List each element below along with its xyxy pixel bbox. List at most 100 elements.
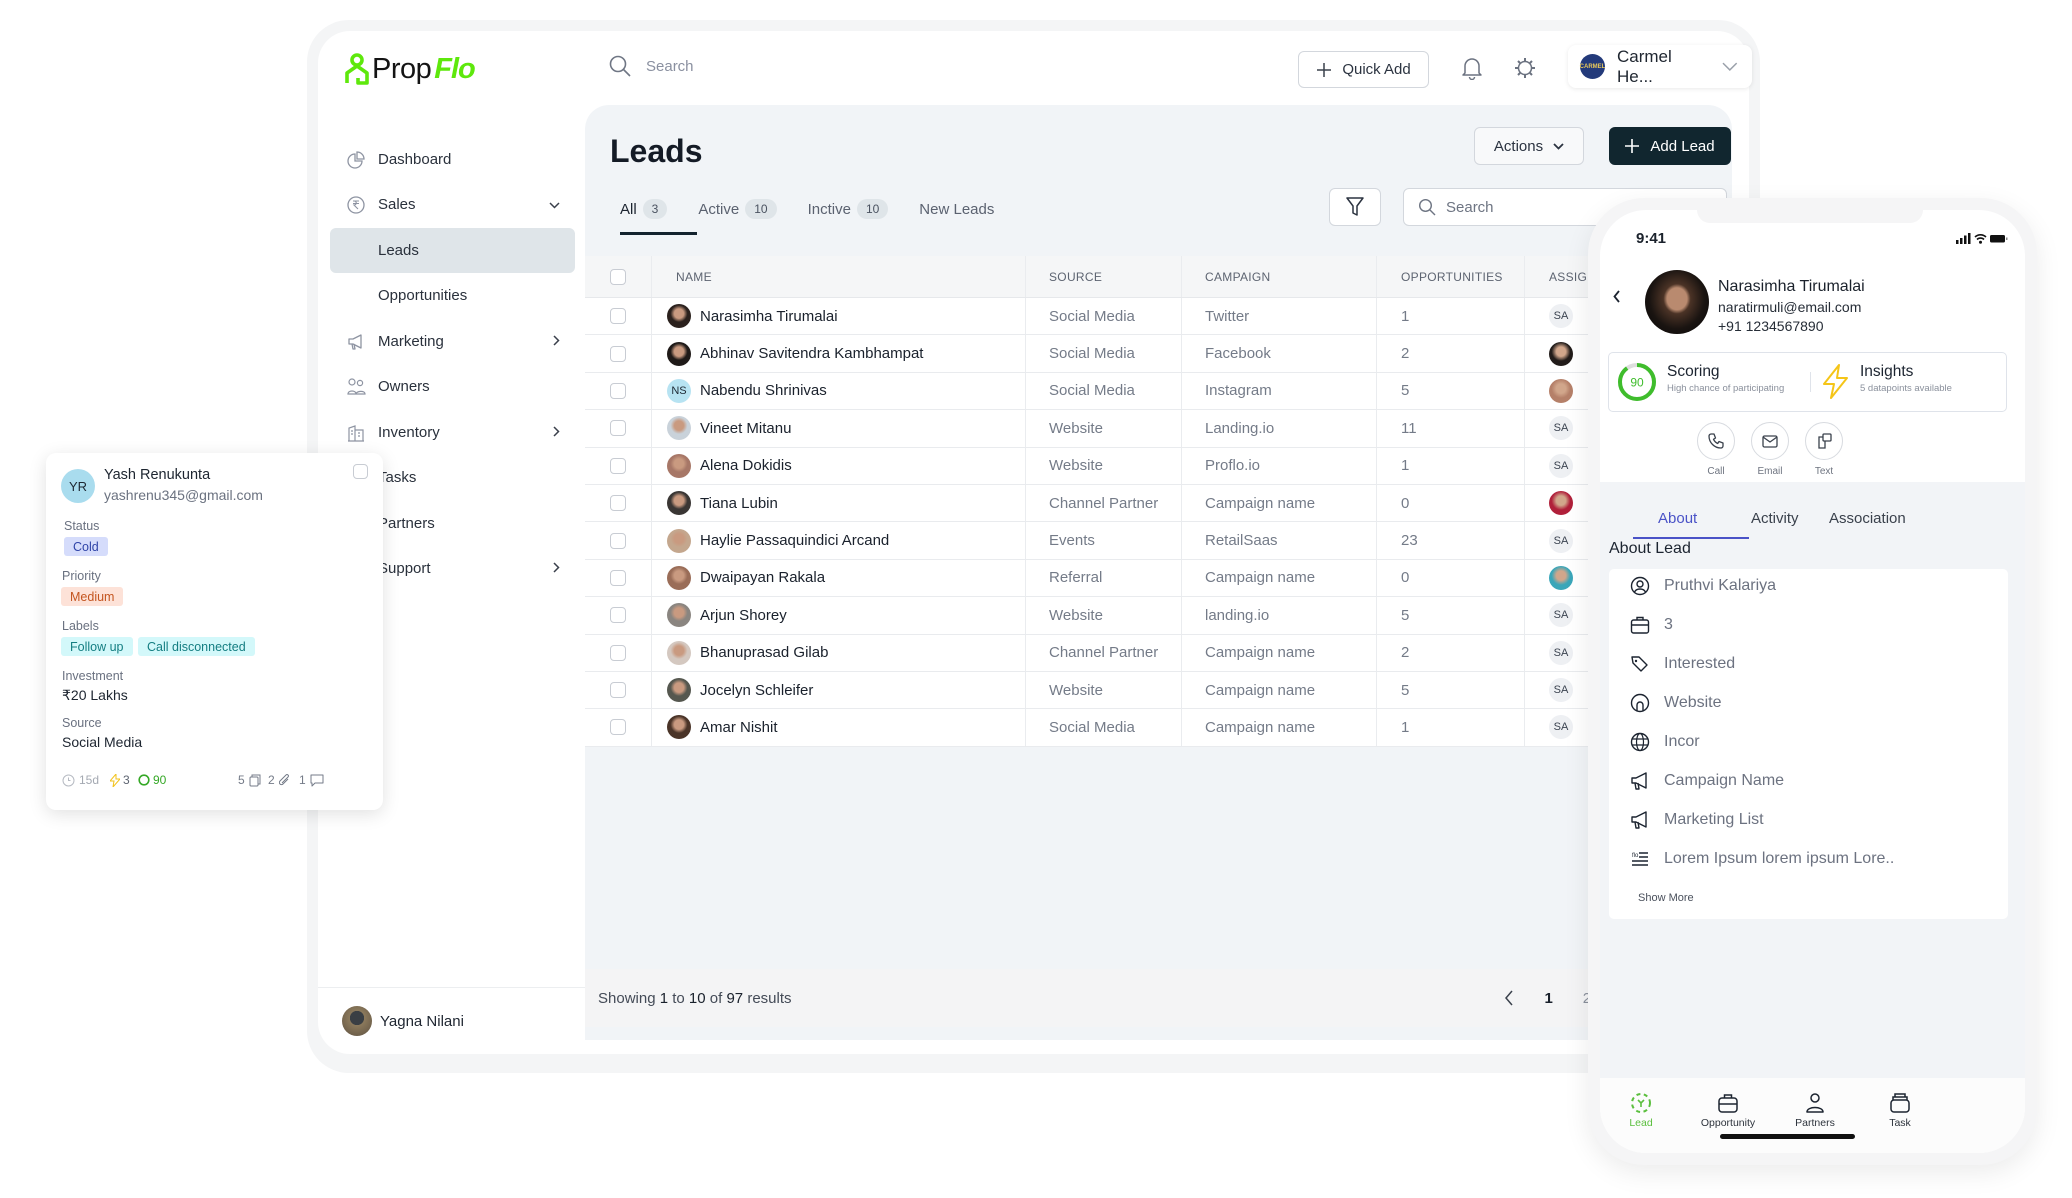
table-row[interactable]: Alena Dokidis Website Proflo.io 1 SA [585,447,1732,485]
global-search[interactable]: Search [608,54,694,78]
chevron-right-icon [553,425,560,440]
table-row[interactable]: Amar Nishit Social Media Campaign name 1… [585,709,1732,747]
tab-about[interactable]: About [1658,510,1697,527]
table-footer: Showing 1 to 10 of 97 results 1 2 3 ... [585,969,1732,1027]
megaphone-icon [1631,772,1647,790]
tasks-count: 5 [238,773,245,787]
account-switcher[interactable]: CARMEL Carmel He... [1568,45,1752,88]
tab-new-leads[interactable]: New Leads [919,195,994,223]
lead-opportunities: 1 [1401,307,1410,325]
tab-all[interactable]: All 3 [620,195,668,223]
tab-active[interactable]: Active 10 [698,195,777,223]
back-chevron-icon[interactable] [1613,290,1621,303]
nav-task[interactable]: Task [1865,1092,1935,1129]
column-header-opportunities[interactable]: OPPORTUNITIES [1401,256,1503,297]
propflo-logo[interactable]: Prop Flo [345,49,476,89]
table-row[interactable]: Abhinav Savitendra Kambhampat Social Med… [585,335,1732,373]
row-checkbox[interactable] [610,682,626,699]
notifications-button[interactable] [1458,54,1486,82]
lead-select-checkbox[interactable] [353,464,368,479]
column-header-source[interactable]: SOURCE [1049,256,1102,297]
column-header-campaign[interactable]: CAMPAIGN [1205,256,1271,297]
table-row[interactable]: Tiana Lubin Channel Partner Campaign nam… [585,484,1732,523]
row-checkbox[interactable] [610,644,626,661]
row-checkbox[interactable] [610,345,626,362]
nav-opportunity[interactable]: Opportunity [1693,1092,1763,1129]
row-checkbox[interactable] [610,457,626,474]
table-row[interactable]: Vineet Mitanu Website Landing.io 11 SA [585,410,1732,448]
row-checkbox[interactable] [610,532,626,549]
sidebar-item-leads[interactable]: Leads [330,228,575,273]
lead-name[interactable]: Tiana Lubin [700,495,778,512]
tab-inactive[interactable]: Inctive 10 [808,195,889,223]
lead-name[interactable]: Vineet Mitanu [700,420,791,437]
lead-name[interactable]: Narasimha Tirumalai [700,308,838,325]
clock-icon [62,774,75,786]
tab-association[interactable]: Association [1829,510,1906,527]
sidebar-item-owners[interactable]: Owners [330,364,575,409]
table-row[interactable]: NS Nabendu Shrinivas Social Media Instagr… [585,372,1732,411]
attachments-count: 2 [268,773,275,787]
sidebar-item-dashboard[interactable]: Dashboard [330,137,575,182]
lead-name[interactable]: Bhanuprasad Gilab [700,644,828,661]
assignee-initials: SA [1549,416,1573,441]
lead-card[interactable]: YR Yash Renukunta yashrenu345@gmail.com … [46,453,383,810]
table-row[interactable]: Jocelyn Schleifer Website Campaign name … [585,671,1732,710]
tab-activity[interactable]: Activity [1751,510,1799,527]
table-row[interactable]: Dwaipayan Rakala Referral Campaign name … [585,559,1732,598]
add-lead-button[interactable]: Add Lead [1609,127,1731,165]
lead-campaign: Campaign name [1205,681,1316,699]
sidebar-item-inventory[interactable]: Inventory [330,410,575,455]
plus-icon [1317,62,1332,77]
row-checkbox[interactable] [610,382,626,399]
table-row[interactable]: Haylie Passaquindici Arcand Events Retai… [585,522,1732,560]
sidebar-item-sales[interactable]: Sales [330,182,575,227]
sidebar-item-opportunities[interactable]: Opportunities [330,273,575,318]
text-button[interactable] [1805,422,1843,460]
lead-name[interactable]: Arjun Shorey [700,607,787,624]
nav-partners[interactable]: Partners [1780,1092,1850,1129]
actions-dropdown[interactable]: Actions [1474,127,1584,165]
priority-badge: Medium [61,587,124,606]
table-row[interactable]: Bhanuprasad Gilab Channel Partner Campai… [585,634,1732,672]
column-header-name[interactable]: NAME [676,256,712,297]
lead-name[interactable]: Haylie Passaquindici Arcand [700,532,889,549]
previous-page-icon[interactable] [1504,990,1514,1006]
score-insights-box: 90 Scoring High chance of participating … [1608,352,2007,412]
row-checkbox[interactable] [610,569,626,586]
table-row[interactable]: Narasimha Tirumalai Social Media Twitter… [585,298,1732,336]
about-item-text: Campaign Name [1664,772,1785,789]
nav-lead[interactable]: Lead [1606,1092,1676,1129]
row-checkbox[interactable] [610,719,626,736]
row-checkbox[interactable] [610,607,626,624]
show-more-link[interactable]: Show More [1638,892,1694,904]
investment-value: ₹20 Lakhs [62,687,128,703]
quick-add-button[interactable]: Quick Add [1298,51,1429,88]
page-1[interactable]: 1 [1544,990,1552,1007]
select-all-checkbox[interactable] [610,268,626,285]
row-checkbox[interactable] [610,420,626,437]
source-value: Social Media [62,734,143,750]
assignee-avatar [1549,378,1573,403]
search-icon [609,55,631,77]
lead-name[interactable]: Dwaipayan Rakala [700,569,825,586]
lead-name[interactable]: Nabendu Shrinivas [700,382,827,399]
lead-name[interactable]: Abhinav Savitendra Kambhampat [700,345,923,362]
row-checkbox[interactable] [610,495,626,512]
lead-avatar [667,603,691,628]
age-value: 15d [79,773,100,787]
sidebar-item-marketing[interactable]: Marketing [330,319,575,364]
lead-name[interactable]: Amar Nishit [700,719,778,736]
lead-name[interactable]: Jocelyn Schleifer [700,682,813,699]
row-checkbox[interactable] [610,308,626,325]
call-button[interactable] [1697,422,1735,460]
filter-button[interactable] [1329,188,1381,226]
email-button[interactable] [1751,422,1789,460]
lead-campaign: landing.io [1205,606,1270,624]
label-badge: Call disconnected [138,637,255,656]
table-row[interactable]: Arjun Shorey Website landing.io 5 SA [585,597,1732,635]
tab-count: 10 [856,199,889,219]
sidebar-user[interactable]: Yagna Nilani [318,987,585,1054]
settings-button[interactable] [1511,54,1539,82]
lead-name[interactable]: Alena Dokidis [700,457,792,474]
